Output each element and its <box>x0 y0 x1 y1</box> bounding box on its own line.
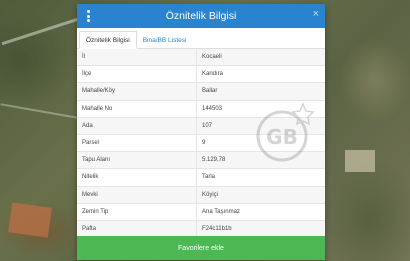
row-key: Tapu Alanı <box>77 151 197 170</box>
tab-attribute-info[interactable]: Öznitelik Bilgisi <box>79 31 137 49</box>
row-value: F24c11b1b <box>196 220 325 239</box>
dialog-title: Öznitelik Bilgisi <box>165 10 237 22</box>
map-building <box>345 150 375 172</box>
row-value: Kocaeli <box>196 49 325 67</box>
table-row: Zemin Tip Ana Taşınmaz <box>77 203 325 221</box>
row-key: İlçe <box>77 65 197 84</box>
row-value: Ana Taşınmaz <box>196 203 325 221</box>
row-key: Parsel <box>77 134 197 153</box>
table-row: Nitelik Tarla <box>77 168 325 187</box>
row-value: Tarla <box>196 168 325 187</box>
row-value: Köyiçi <box>196 186 325 204</box>
row-key: Pafta <box>77 220 197 239</box>
row-key: Zemin Tip <box>77 203 197 221</box>
row-value: 107 <box>196 117 325 135</box>
table-row: Mevki Köyiçi <box>77 186 325 204</box>
dialog-header: Öznitelik Bilgisi × <box>77 4 325 28</box>
row-value: 5.129,78 <box>196 151 325 170</box>
map-building <box>8 202 52 238</box>
row-value: 144503 <box>196 100 325 118</box>
add-to-favorites-button[interactable]: Favorilere ekle <box>77 236 325 260</box>
attribute-info-dialog: Öznitelik Bilgisi × Öznitelik Bilgisi Bi… <box>77 4 325 260</box>
row-value: Ballar <box>196 82 325 101</box>
row-value: Kandıra <box>196 65 325 84</box>
table-row: Tapu Alanı 5.129,78 <box>77 151 325 170</box>
row-key: Mevki <box>77 186 197 204</box>
table-row: İl Kocaeli <box>77 49 325 67</box>
row-value: 9 <box>196 134 325 153</box>
row-key: Nitelik <box>77 168 197 187</box>
close-icon[interactable]: × <box>313 8 319 20</box>
table-row: Parsel 9 <box>77 134 325 153</box>
row-key: Mahalle/Köy <box>77 82 197 101</box>
table-row: Mahalle No 144503 <box>77 100 325 118</box>
row-key: Mahalle No <box>77 100 197 118</box>
row-key: Ada <box>77 117 197 135</box>
table-row: İlçe Kandıra <box>77 65 325 84</box>
table-row: Mahalle/Köy Ballar <box>77 82 325 101</box>
tab-building-list[interactable]: Bina/BB Listesi <box>137 32 193 48</box>
table-row: Pafta F24c11b1b <box>77 220 325 239</box>
attribute-table: İl Kocaeli İlçe Kandıra Mahalle/Köy Ball… <box>77 49 325 239</box>
tab-bar: Öznitelik Bilgisi Bina/BB Listesi <box>77 28 325 49</box>
menu-icon[interactable] <box>87 10 91 22</box>
table-row: Ada 107 <box>77 117 325 135</box>
row-key: İl <box>77 49 197 67</box>
